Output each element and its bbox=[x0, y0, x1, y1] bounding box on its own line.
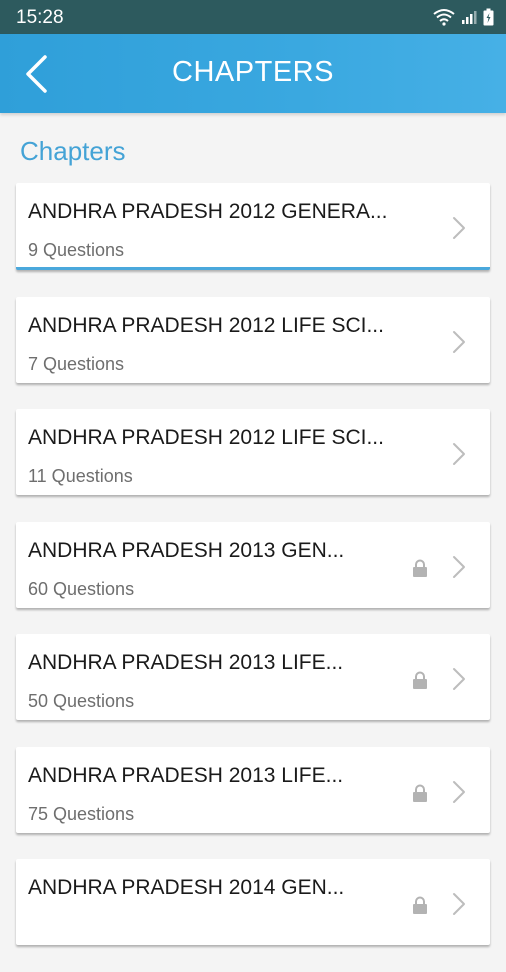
chevron-right-icon bbox=[453, 780, 465, 803]
chapter-question-count: 11 Questions bbox=[28, 466, 133, 486]
chapter-title: ANDHRA PRADESH 2012 LIFE SCI... bbox=[28, 313, 384, 337]
status-icons bbox=[433, 8, 494, 26]
chapter-question-count: 60 Questions bbox=[28, 578, 135, 599]
chevron-right-icon bbox=[453, 893, 465, 915]
chapter-title: ANDHRA PRADESH 2012 LIFE SCI... bbox=[28, 426, 384, 449]
lock-icon bbox=[413, 784, 427, 802]
status-time: 15:28 bbox=[16, 7, 64, 28]
status-bar: 15:28 bbox=[0, 0, 506, 34]
chapter-title: ANDHRA PRADESH 2012 GENERA... bbox=[28, 200, 388, 223]
chapter-item[interactable]: ANDHRA PRADESH 2014 GEN... bbox=[16, 859, 490, 945]
chevron-right-icon bbox=[453, 668, 465, 690]
signal-icon bbox=[462, 11, 477, 24]
chapter-title: ANDHRA PRADESH 2013 LIFE... bbox=[28, 651, 344, 674]
chevron-right-icon bbox=[453, 330, 465, 353]
chapter-list: ANDHRA PRADESH 2012 GENERA... 9 Questions… bbox=[16, 183, 490, 972]
lock-icon bbox=[413, 896, 427, 914]
section-title: Chapters bbox=[20, 136, 126, 166]
chapter-item[interactable]: ANDHRA PRADESH 2013 GEN... 60 Questions bbox=[16, 521, 490, 608]
chapter-item[interactable]: ANDHRA PRADESH 2012 GENERA... 9 Questions bbox=[16, 183, 490, 270]
chapter-question-count: 50 Questions bbox=[28, 691, 135, 711]
chevron-right-icon bbox=[453, 555, 465, 578]
chevron-right-icon bbox=[453, 443, 465, 465]
page-title: CHAPTERS bbox=[172, 56, 334, 88]
chapter-title: ANDHRA PRADESH 2013 GEN... bbox=[28, 538, 345, 562]
lock-icon bbox=[413, 559, 427, 577]
chapter-item[interactable]: ANDHRA PRADESH 2012 LIFE SCI... 11 Questi… bbox=[16, 409, 490, 495]
chevron-right-icon bbox=[453, 217, 465, 239]
lock-icon bbox=[413, 671, 427, 689]
chapter-item[interactable]: ANDHRA PRADESH 2012 LIFE SCI... 7 Questio… bbox=[16, 296, 490, 383]
chapter-item[interactable]: ANDHRA PRADESH 2013 LIFE... 50 Questions bbox=[16, 634, 490, 720]
chapter-title: ANDHRA PRADESH 2014 GEN... bbox=[28, 876, 345, 899]
chapter-item[interactable]: ANDHRA PRADESH 2013 LIFE... 75 Questions bbox=[16, 746, 490, 833]
chapter-title: ANDHRA PRADESH 2013 LIFE... bbox=[28, 763, 344, 787]
chapter-question-count: 9 Questions bbox=[28, 240, 125, 260]
wifi-icon bbox=[433, 9, 455, 26]
battery-icon bbox=[483, 8, 494, 26]
chapter-question-count: 75 Questions bbox=[28, 803, 135, 824]
chapter-question-count: 7 Questions bbox=[28, 353, 125, 374]
app-bar: CHAPTERS bbox=[0, 34, 506, 113]
